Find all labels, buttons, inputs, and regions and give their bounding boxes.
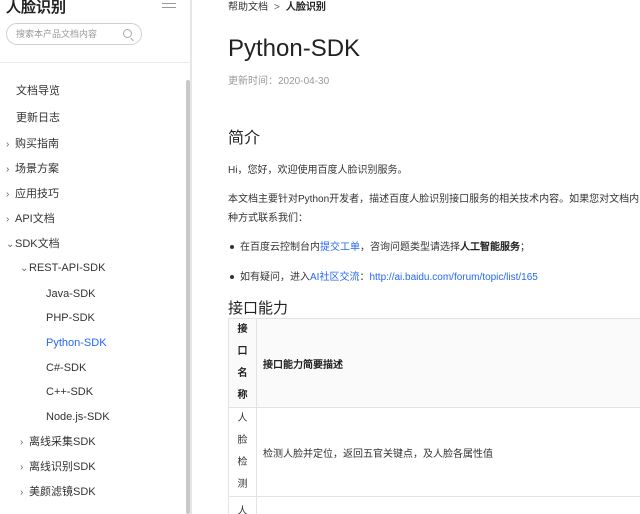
sidebar-item-label: 离线识别SDK (29, 461, 96, 473)
chevron-right-icon[interactable]: › (20, 458, 29, 478)
sidebar-item-文档导览[interactable]: 文档导览 (16, 81, 60, 101)
bullet-text: 如有疑问，进入 (240, 272, 310, 283)
bullet-text: ： (359, 272, 370, 283)
sidebar-scrollbar[interactable] (186, 80, 190, 514)
table-row: 人脸检测 检测人脸并定位，返回五官关键点，及人脸各属性值 (228, 407, 640, 497)
sidebar-item-label: REST-API-SDK (29, 262, 106, 274)
intro-heading: 简介 (228, 130, 261, 147)
sidebar-item-label: 购买指南 (15, 138, 59, 150)
sidebar-item-c-sdk[interactable]: C#-SDK (46, 358, 86, 378)
search-input[interactable] (7, 24, 117, 44)
bullet-strong-text: 人工智能服务 (460, 242, 520, 253)
contact-bullet-community: 如有疑问，进入AI社区交流：http://ai.baidu.com/forum/… (230, 268, 538, 283)
bullet-dot (230, 245, 234, 250)
intro-greeting: Hi，您好，欢迎使用百度人脸识别服务。 (228, 165, 408, 176)
table-cell-name: 人 (228, 496, 257, 514)
bullet-text: ； (520, 242, 530, 253)
table-cell-desc (256, 496, 640, 514)
ai-community-link[interactable]: AI社区交流 (310, 272, 359, 283)
chevron-right-icon[interactable]: › (6, 135, 15, 155)
table-header-row: 接口名称 接口能力简要描述 (228, 318, 640, 408)
sidebar-item-c-sdk[interactable]: C++-SDK (46, 382, 93, 402)
sidebar-item-美颜滤镜sdk[interactable]: › 美颜滤镜SDK (20, 482, 96, 502)
intro-desc-line2: 种方式联系我们： (228, 213, 308, 224)
header-name-text: 接口名称 (237, 324, 248, 401)
sidebar-item-api文档[interactable]: › API文档 (6, 209, 55, 229)
sidebar-item-label: PHP-SDK (46, 312, 95, 324)
sidebar-item-label: 文档导览 (16, 85, 60, 97)
chevron-down-icon[interactable]: ⌄ (6, 235, 15, 255)
chevron-right-icon[interactable]: › (6, 185, 15, 205)
forum-url-link[interactable]: http://ai.baidu.com/forum/topic/list/165 (369, 272, 537, 283)
breadcrumb-separator: > (274, 2, 280, 13)
menu-icon[interactable] (162, 0, 176, 11)
sidebar-title: 人脸识别 (6, 0, 67, 16)
sidebar-item-label: Node.js-SDK (46, 411, 110, 423)
sidebar-item-离线识别sdk[interactable]: › 离线识别SDK (20, 457, 96, 477)
breadcrumb: 帮助文档 > 人脸识别 (228, 0, 326, 13)
sidebar-item-更新日志[interactable]: 更新日志 (16, 108, 60, 128)
main-content: 帮助文档 > 人脸识别 Python-SDK 更新时间：2020-04-30 简介 … (192, 0, 640, 514)
chevron-right-icon[interactable]: › (6, 210, 15, 230)
sidebar-item-python-sdk[interactable]: Python-SDK (46, 333, 107, 353)
sidebar-search[interactable] (6, 23, 142, 45)
sidebar-item-场景方案[interactable]: › 场景方案 (6, 159, 59, 179)
sidebar-item-label: 应用技巧 (15, 188, 59, 200)
sidebar-header: 人脸识别 (0, 0, 190, 16)
sidebar-item-label: C++-SDK (46, 386, 94, 398)
table-header-name: 接口名称 (228, 318, 257, 408)
table-cell-desc: 检测人脸并定位，返回五官关键点，及人脸各属性值 (256, 407, 640, 497)
sidebar-divider-line (0, 62, 190, 63)
sidebar-item-离线采集sdk[interactable]: › 离线采集SDK (20, 432, 96, 452)
row-name-text: 人脸检测 (237, 413, 248, 490)
row-name-text: 人 (237, 505, 248, 514)
bullet-dot (230, 275, 234, 280)
chevron-down-icon[interactable]: ⌄ (20, 259, 29, 279)
sidebar-item-node-js-sdk[interactable]: Node.js-SDK (46, 407, 110, 427)
sidebar-item-php-sdk[interactable]: PHP-SDK (46, 308, 95, 328)
contact-bullet-ticket: 在百度云控制台内提交工单，咨询问题类型请选择人工智能服务； (230, 238, 530, 253)
sidebar-item-应用技巧[interactable]: › 应用技巧 (6, 184, 59, 204)
sidebar-item-rest-api-sdk[interactable]: ⌄REST-API-SDK (20, 258, 105, 278)
breadcrumb-parent[interactable]: 帮助文档 (228, 2, 268, 13)
table-cell-name: 人脸检测 (228, 407, 257, 497)
sidebar-item-label: C#-SDK (46, 362, 87, 374)
table-row: 人 (228, 496, 640, 514)
table-header-desc: 接口能力简要描述 (256, 318, 640, 408)
submit-ticket-link[interactable]: 提交工单 (320, 242, 360, 253)
sidebar-item-label: Java-SDK (46, 288, 96, 300)
sidebar-item-label: SDK文档 (15, 238, 60, 250)
search-icon[interactable] (123, 29, 132, 38)
capabilities-table: 接口名称 接口能力简要描述 人脸检测 检测人脸并定位，返回五官关键点，及人脸各属… (228, 318, 640, 514)
breadcrumb-current[interactable]: 人脸识别 (286, 2, 326, 13)
chevron-right-icon[interactable]: › (6, 160, 15, 180)
bullet-text: 在百度云控制台内 (240, 242, 320, 253)
sidebar-item-label: 离线采集SDK (29, 436, 96, 448)
sidebar-item-label: Python-SDK (46, 337, 107, 349)
sidebar-item-label: 场景方案 (15, 163, 59, 175)
sidebar-item-label: 更新日志 (16, 112, 60, 124)
updated-date: 更新时间：2020-04-30 (228, 76, 330, 87)
sidebar-item-购买指南[interactable]: › 购买指南 (6, 134, 59, 154)
sidebar: 人脸识别 文档导览更新日志›购买指南›场景方案›应用技巧›API文档⌄SDK文档… (0, 0, 190, 514)
intro-desc-line1: 本文档主要针对Python开发者，描述百度人脸识别接口服务的相关技术内容。如果您… (228, 194, 640, 205)
sidebar-item-label: API文档 (15, 213, 55, 225)
sidebar-item-java-sdk[interactable]: Java-SDK (46, 284, 96, 304)
sidebar-item-sdk文档[interactable]: ⌄SDK文档 (6, 234, 60, 254)
bullet-text: ，咨询问题类型请选择 (360, 242, 460, 253)
page-title: Python-SDK (228, 35, 361, 62)
sidebar-item-label: 美颜滤镜SDK (29, 486, 96, 498)
capabilities-heading: 接口能力 (228, 300, 289, 317)
chevron-right-icon[interactable]: › (20, 483, 29, 503)
chevron-right-icon[interactable]: › (20, 433, 29, 453)
